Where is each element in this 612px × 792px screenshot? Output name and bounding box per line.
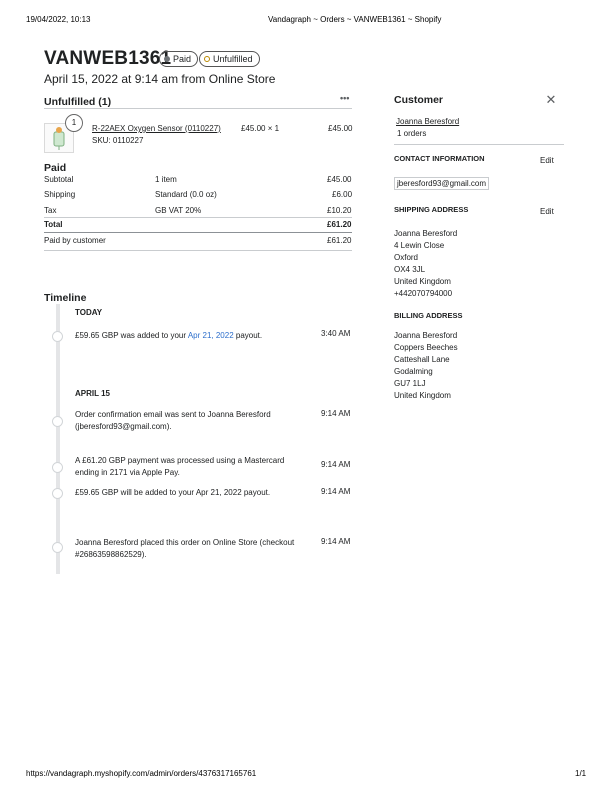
- timeline-event-text-part: payout.: [233, 331, 263, 340]
- paid-heading: Paid: [44, 162, 67, 174]
- contact-info-heading: CONTACT INFORMATION: [394, 154, 485, 163]
- address-line: 4 Lewin Close: [394, 241, 445, 250]
- paid-badge-label: Paid: [173, 54, 192, 64]
- customer-name-link[interactable]: Joanna Beresford: [396, 117, 459, 126]
- shipping-desc: Standard (0.0 oz): [155, 190, 217, 199]
- divider: [44, 232, 352, 233]
- paid-by-customer-value: £61.20: [327, 236, 352, 245]
- timeline-dot-icon: [52, 331, 63, 342]
- product-total: £45.00: [328, 124, 353, 133]
- timeline-track: [56, 304, 60, 574]
- tax-label: Tax: [44, 206, 57, 215]
- timeline-event-time: 9:14 AM: [321, 460, 351, 469]
- address-line: Oxford: [394, 253, 419, 262]
- customer-email[interactable]: jberesford93@gmail.com: [394, 177, 490, 190]
- timeline-event-time: 3:40 AM: [321, 329, 351, 338]
- timeline-dot-icon: [52, 462, 63, 473]
- address-line: Joanna Beresford: [394, 229, 458, 238]
- address-line: Godalming: [394, 367, 433, 376]
- unfulfilled-heading: Unfulfilled (1): [44, 96, 112, 108]
- address-line: Joanna Beresford: [394, 331, 458, 340]
- timeline-heading: Timeline: [44, 292, 87, 304]
- more-actions-icon[interactable]: •••: [340, 93, 349, 103]
- unfulfilled-dot-icon: [204, 56, 210, 62]
- divider: [44, 217, 352, 218]
- timeline-dot-icon: [52, 416, 63, 427]
- total-value: £61.20: [327, 220, 352, 229]
- address-phone: +442070794000: [394, 289, 453, 298]
- subtotal-label: Subtotal: [44, 175, 74, 184]
- shipping-value: £6.00: [332, 190, 353, 199]
- unfulfilled-badge-label: Unfulfilled: [213, 54, 253, 64]
- timeline-event-time: 9:14 AM: [321, 537, 351, 546]
- paid-badge: Paid: [159, 51, 199, 67]
- close-icon[interactable]: ✕: [544, 93, 558, 107]
- timeline-event-text: A £61.20 GBP payment was processed using…: [75, 456, 285, 477]
- timeline-event-time: 9:14 AM: [321, 487, 351, 496]
- address-line: United Kingdom: [394, 277, 451, 286]
- customer-orders-count: 1 orders: [397, 129, 427, 138]
- product-sku: SKU: 0110227: [92, 136, 144, 145]
- print-url: https://vandagraph.myshopify.com/admin/o…: [26, 769, 257, 778]
- customer-heading: Customer: [394, 94, 444, 106]
- timeline-event-text: £59.65 GBP will be added to your Apr 21,…: [75, 488, 271, 497]
- order-title: VANWEB1361: [44, 48, 172, 69]
- timeline-dot-icon: [52, 488, 63, 499]
- tax-value: £10.20: [327, 206, 352, 215]
- timeline-dot-icon: [52, 542, 63, 553]
- address-line: Coppers Beeches: [394, 343, 458, 352]
- paid-by-customer-label: Paid by customer: [44, 236, 106, 245]
- tax-desc: GB VAT 20%: [155, 206, 202, 215]
- billing-address-heading: BILLING ADDRESS: [394, 311, 463, 320]
- divider: [44, 108, 352, 109]
- print-datetime: 19/04/2022, 10:13: [26, 15, 91, 24]
- shipping-address: Joanna Beresford 4 Lewin Close Oxford OX…: [394, 228, 457, 300]
- timeline-event-text-part: £59.65 GBP was added to your: [75, 331, 188, 340]
- total-label: Total: [44, 220, 63, 229]
- address-line: OX4 3JL: [394, 265, 426, 274]
- shipping-edit-button[interactable]: Edit: [540, 207, 554, 216]
- address-line: United Kingdom: [394, 391, 451, 400]
- order-subtitle: April 15, 2022 at 9:14 am from Online St…: [44, 72, 276, 86]
- unfulfilled-badge: Unfulfilled: [199, 51, 260, 67]
- divider: [394, 144, 564, 145]
- timeline-event-text: £59.65 GBP was added to your Apr 21, 202…: [75, 331, 315, 340]
- paid-dot-icon: [164, 56, 170, 62]
- subtotal-desc: 1 item: [155, 175, 177, 184]
- shipping-label: Shipping: [44, 190, 76, 199]
- timeline-event-text: Joanna Beresford placed this order on On…: [75, 538, 295, 559]
- contact-edit-button[interactable]: Edit: [540, 156, 554, 165]
- shipping-address-heading: SHIPPING ADDRESS: [394, 205, 469, 214]
- divider: [44, 250, 352, 251]
- quantity-badge: 1: [65, 114, 83, 132]
- billing-address: Joanna Beresford Coppers Beeches Cattesh…: [394, 330, 458, 402]
- print-title: Vandagraph ~ Orders ~ VANWEB1361 ~ Shopi…: [268, 15, 442, 24]
- print-page-number: 1/1: [575, 769, 587, 778]
- product-link[interactable]: R-22AEX Oxygen Sensor (0110227): [92, 124, 221, 133]
- product-price-qty: £45.00 × 1: [241, 124, 280, 133]
- address-line: Catteshall Lane: [394, 355, 450, 364]
- payout-link[interactable]: Apr 21, 2022: [188, 331, 234, 340]
- address-line: GU7 1LJ: [394, 379, 426, 388]
- subtotal-value: £45.00: [327, 175, 352, 184]
- timeline-event-time: 9:14 AM: [321, 409, 351, 418]
- timeline-event-text: Order confirmation email was sent to Joa…: [75, 410, 271, 431]
- timeline-group-april-15: APRIL 15: [75, 389, 110, 398]
- timeline-group-today: TODAY: [75, 308, 103, 317]
